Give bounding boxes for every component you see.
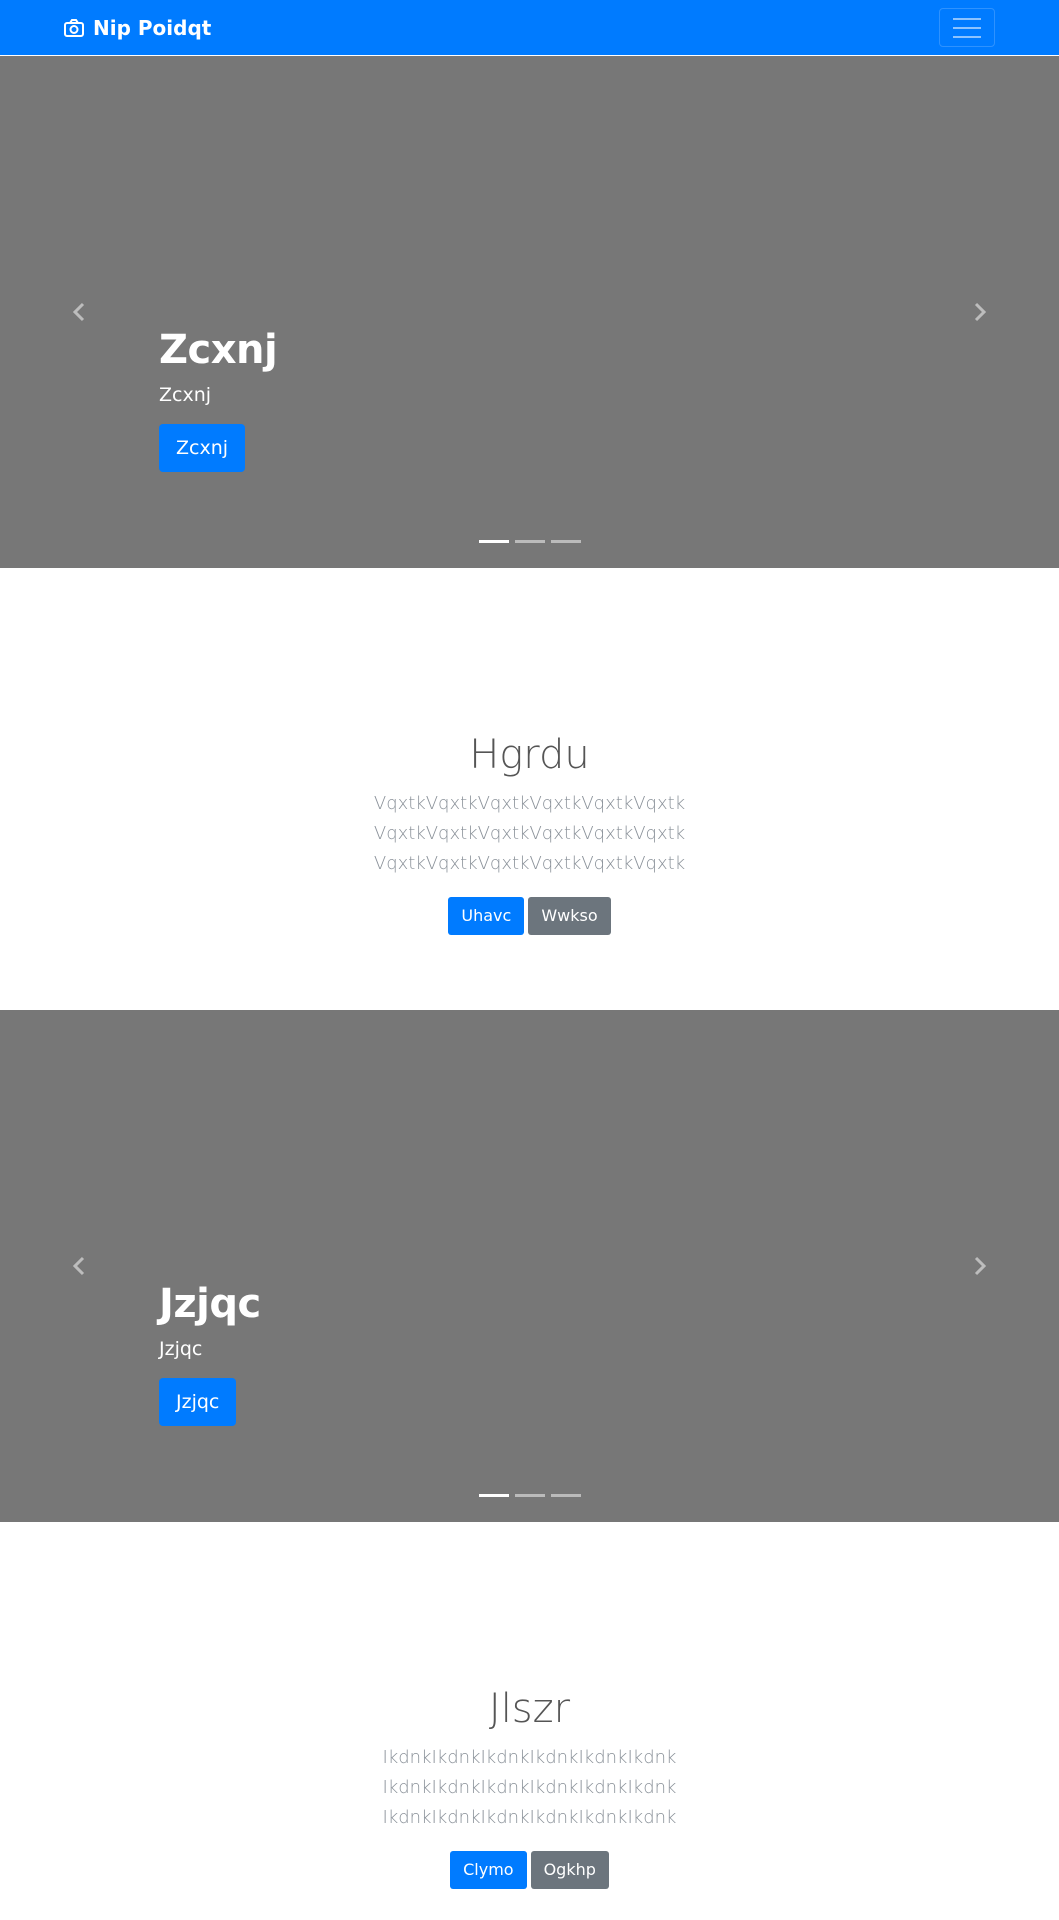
carousel-indicators xyxy=(0,1494,1059,1497)
brand-label: Nip Poidqt xyxy=(93,15,212,40)
carousel-indicator-3[interactable] xyxy=(550,1494,581,1497)
section-heading: Hgrdu xyxy=(469,732,590,778)
chevron-left-icon xyxy=(72,1256,85,1276)
hamburger-line xyxy=(953,26,981,29)
camera-icon xyxy=(64,18,84,37)
carousel-next-control[interactable] xyxy=(905,56,1055,568)
carousel-cta-button[interactable]: Zcxnj xyxy=(159,424,246,472)
jumbotron-section-2: Jlszr IkdnkIkdnkIkdnkIkdnkIkdnkIkdnk Ikd… xyxy=(0,1522,1059,1920)
chevron-right-icon xyxy=(974,1256,987,1276)
section-lead-text: IkdnkIkdnkIkdnkIkdnkIkdnkIkdnk IkdnkIkdn… xyxy=(382,1747,677,1828)
carousel-text: Zcxnj xyxy=(159,384,212,406)
carousel-cta-button[interactable]: Jzjqc xyxy=(159,1378,237,1426)
section-lead-text: VqxtkVqxtkVqxtkVqxtkVqxtkVqxtk VqxtkVqxt… xyxy=(373,793,686,874)
primary-button[interactable]: Uhavc xyxy=(448,897,525,935)
chevron-left-icon xyxy=(72,302,85,322)
secondary-button[interactable]: Ogkhp xyxy=(530,1851,609,1889)
secondary-button[interactable]: Wwkso xyxy=(528,897,611,935)
carousel-text: Jzjqc xyxy=(159,1338,203,1360)
carousel-prev-control[interactable] xyxy=(4,1010,154,1522)
hero-carousel-2: Jzjqc Jzjqc Jzjqc xyxy=(0,1010,1059,1522)
carousel-prev-control[interactable] xyxy=(4,56,154,568)
section-button-group: Uhavc Wwkso xyxy=(0,897,1059,935)
chevron-right-icon xyxy=(974,302,987,322)
section-heading: Jlszr xyxy=(488,1686,571,1732)
carousel-caption: Zcxnj Zcxnj Zcxnj xyxy=(159,326,278,472)
carousel-next-control[interactable] xyxy=(905,1010,1055,1522)
section-button-group: Clymo Ogkhp xyxy=(0,1851,1059,1889)
primary-button[interactable]: Clymo xyxy=(450,1851,527,1889)
jumbotron-section-1: Hgrdu VqxtkVqxtkVqxtkVqxtkVqxtkVqxtk Vqx… xyxy=(0,568,1059,1010)
hero-carousel-1: Zcxnj Zcxnj Zcxnj xyxy=(0,56,1059,568)
carousel-indicator-2[interactable] xyxy=(514,540,545,543)
navbar: Nip Poidqt xyxy=(0,0,1059,55)
carousel-indicators xyxy=(0,540,1059,543)
carousel-caption: Jzjqc Jzjqc Jzjqc xyxy=(159,1280,261,1426)
carousel-indicator-3[interactable] xyxy=(550,540,581,543)
hamburger-line xyxy=(953,35,981,38)
carousel-indicator-2[interactable] xyxy=(514,1494,545,1497)
navbar-toggler-button[interactable] xyxy=(939,8,995,47)
carousel-title: Zcxnj xyxy=(159,327,278,373)
carousel-indicator-1[interactable] xyxy=(478,540,509,543)
navbar-brand[interactable]: Nip Poidqt xyxy=(64,0,211,55)
carousel-title: Jzjqc xyxy=(159,1281,261,1327)
hamburger-menu-icon xyxy=(953,17,981,20)
carousel-indicator-1[interactable] xyxy=(478,1494,509,1497)
